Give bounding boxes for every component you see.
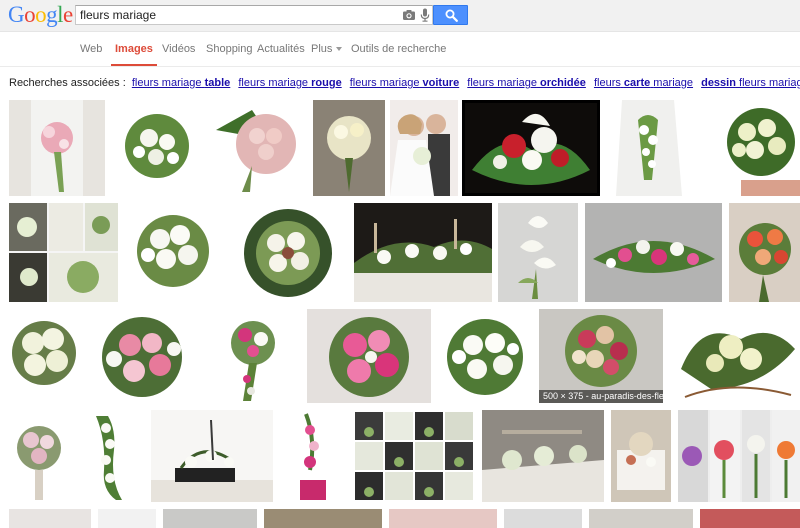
image-result[interactable] — [163, 509, 257, 528]
image-result[interactable] — [264, 509, 382, 528]
image-result[interactable] — [389, 509, 497, 528]
image-result[interactable] — [671, 309, 800, 403]
top-bar: Google — [0, 0, 800, 32]
image-result[interactable] — [711, 100, 800, 196]
related-link-orchidee[interactable]: fleurs mariage orchidée — [467, 77, 586, 89]
camera-icon[interactable] — [402, 8, 416, 22]
image-result[interactable] — [611, 410, 671, 502]
image-result[interactable] — [354, 203, 492, 302]
chevron-down-icon — [336, 47, 343, 52]
image-result[interactable] — [9, 100, 105, 196]
search-tabs: Web Images Vidéos Shopping Actualités Pl… — [0, 33, 800, 67]
image-result[interactable] — [212, 100, 306, 196]
image-result[interactable] — [86, 309, 199, 403]
image-result[interactable] — [700, 509, 800, 528]
image-result[interactable] — [9, 309, 79, 403]
search-input[interactable] — [80, 7, 398, 23]
search-box — [75, 5, 433, 25]
image-result[interactable] — [9, 509, 91, 528]
image-result[interactable] — [437, 309, 534, 403]
image-result[interactable] — [124, 203, 222, 302]
magnifier-icon — [445, 9, 458, 22]
image-result[interactable] — [109, 100, 205, 196]
image-result[interactable] — [390, 100, 458, 196]
image-result[interactable] — [729, 203, 800, 302]
image-result[interactable] — [207, 309, 299, 403]
image-result[interactable] — [9, 203, 118, 302]
image-result-selected[interactable] — [462, 100, 600, 196]
image-result[interactable] — [589, 509, 693, 528]
related-link-voiture[interactable]: fleurs mariage voiture — [350, 77, 459, 89]
image-result[interactable] — [482, 410, 604, 502]
tab-images[interactable]: Images — [111, 33, 157, 66]
related-link-carte[interactable]: fleurs carte mariage — [594, 77, 693, 89]
image-result[interactable] — [307, 309, 431, 403]
image-result[interactable] — [280, 410, 346, 502]
image-result[interactable] — [151, 410, 273, 502]
tab-plus[interactable]: Plus — [311, 33, 343, 66]
image-result[interactable] — [98, 509, 156, 528]
google-logo[interactable]: Google — [8, 2, 73, 28]
image-result[interactable]: 500 × 375 - au-paradis-des-fleurs.com — [539, 309, 663, 403]
related-searches-label: Recherches associées : — [9, 77, 126, 89]
image-result[interactable] — [230, 203, 346, 302]
tab-shopping[interactable]: Shopping — [206, 33, 253, 66]
tab-videos[interactable]: Vidéos — [162, 33, 195, 66]
tab-web[interactable]: Web — [80, 33, 102, 66]
tab-plus-label: Plus — [311, 43, 333, 55]
related-link-rouge[interactable]: fleurs mariage rouge — [238, 77, 341, 89]
image-result[interactable] — [9, 410, 69, 502]
related-link-table[interactable]: fleurs mariage table — [132, 77, 230, 89]
image-result[interactable] — [353, 410, 475, 502]
tab-actualites[interactable]: Actualités — [257, 33, 305, 66]
image-result[interactable] — [498, 203, 578, 302]
related-searches: Recherches associées : fleurs mariage ta… — [9, 77, 800, 89]
image-result[interactable] — [76, 410, 144, 502]
related-link-dessin[interactable]: dessin fleurs mariage — [701, 77, 800, 89]
search-button[interactable] — [433, 5, 468, 25]
tab-search-tools[interactable]: Outils de recherche — [351, 33, 446, 66]
image-result[interactable] — [678, 410, 800, 502]
image-result[interactable] — [608, 100, 688, 196]
image-size-caption: 500 × 375 - au-paradis-des-fleurs.com — [539, 390, 663, 403]
image-result[interactable] — [504, 509, 582, 528]
microphone-icon[interactable] — [420, 8, 430, 22]
image-result[interactable] — [313, 100, 385, 196]
image-result[interactable] — [585, 203, 722, 302]
